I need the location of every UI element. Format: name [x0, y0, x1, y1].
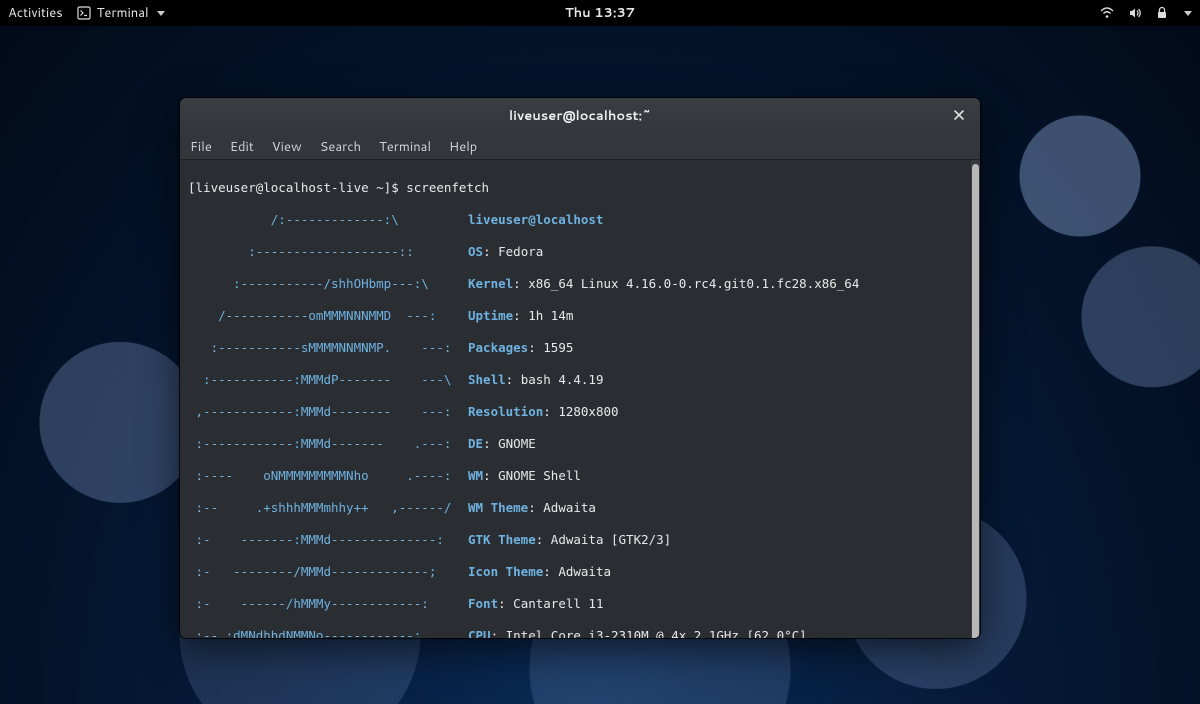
volume-icon [1128, 6, 1142, 20]
ascii-art-line: /:-------------:\ [188, 212, 468, 228]
sf-label: Icon Theme [468, 564, 543, 579]
lock-icon [1156, 6, 1168, 20]
terminal-content[interactable]: [liveuser@localhost-live ~]$ screenfetch… [180, 160, 980, 638]
sf-value: bash 4.4.19 [521, 372, 604, 387]
window-title: liveuser@localhost:~ [509, 107, 651, 125]
sf-value: Fedora [498, 244, 543, 259]
sf-label: Font [468, 596, 498, 611]
menu-terminal[interactable]: Terminal [379, 138, 431, 156]
sf-value: Adwaita [543, 500, 596, 515]
clock-menu[interactable]: Thu 13:37 [565, 4, 635, 22]
menu-help[interactable]: Help [449, 138, 477, 156]
menu-view[interactable]: View [272, 138, 302, 156]
menu-edit[interactable]: Edit [230, 138, 254, 156]
system-status-area[interactable] [1100, 6, 1192, 20]
menu-file[interactable]: File [190, 138, 212, 156]
wifi-icon [1100, 6, 1114, 20]
sf-value: 1280x800 [558, 404, 618, 419]
terminal-menubar: File Edit View Search Terminal Help [180, 134, 980, 160]
sf-label: Uptime [468, 308, 513, 323]
sf-label: Kernel [468, 276, 513, 291]
terminal-icon [77, 6, 91, 20]
shell-command: screenfetch [406, 180, 489, 195]
sf-label: Resolution [468, 404, 543, 419]
terminal-scrollbar[interactable] [971, 160, 980, 638]
sf-value: GNOME [498, 436, 536, 451]
sf-value: 1h 14m [528, 308, 573, 323]
chevron-down-icon [1184, 11, 1192, 16]
ascii-art-line: :-- :dMNdhhdNMMNo------------; [188, 628, 468, 638]
terminal-window: liveuser@localhost:~ File Edit View Sear… [180, 98, 980, 638]
active-app-menu[interactable]: Terminal [77, 4, 165, 22]
ascii-art-line: :-------------------:: [188, 244, 468, 260]
window-titlebar[interactable]: liveuser@localhost:~ [180, 98, 980, 134]
sf-label: Shell [468, 372, 506, 387]
ascii-art-line: ,------------:MMMd-------- ---: [188, 404, 468, 420]
ascii-art-line: :- -------:MMMd--------------: [188, 532, 468, 548]
activities-button[interactable]: Activities [8, 4, 63, 22]
ascii-art-line: :---- oNMMMMMMMMMNho .----: [188, 468, 468, 484]
ascii-art-line: :- ------/hMMMy------------: [188, 596, 468, 612]
sf-value: GNOME Shell [498, 468, 581, 483]
gnome-top-panel: Activities Terminal Thu 13:37 [0, 0, 1200, 26]
sf-value: Intel Core i3-2310M @ 4x 2.1GHz [62.0°C] [506, 628, 807, 638]
sf-value: x86_64 Linux 4.16.0-0.rc4.git0.1.fc28.x8… [528, 276, 859, 291]
ascii-art-line: :-----------/shhOHbmp---:\ [188, 276, 468, 292]
sf-label: WM [468, 468, 483, 483]
shell-prompt: [liveuser@localhost-live ~]$ [188, 180, 406, 195]
ascii-art-line: /-----------omMMMNNNMMD ---: [188, 308, 468, 324]
sf-value: Adwaita [558, 564, 611, 579]
scrollbar-thumb[interactable] [972, 164, 979, 638]
sf-value: 1595 [543, 340, 573, 355]
sf-value: Adwaita [GTK2/3] [551, 532, 671, 547]
sf-label: OS [468, 244, 483, 259]
sf-label: Packages [468, 340, 528, 355]
ascii-art-line: :-- .+shhhMMMmhhy++ ,------/ [188, 500, 468, 516]
chevron-down-icon [157, 11, 165, 16]
close-button[interactable] [946, 103, 972, 129]
ascii-art-line: :- --------/MMMd-------------; [188, 564, 468, 580]
sf-label: WM Theme [468, 500, 528, 515]
close-icon [953, 106, 965, 126]
ascii-art-line: :------------:MMMd------- .---: [188, 436, 468, 452]
menu-search[interactable]: Search [320, 138, 361, 156]
sf-label: GTK Theme [468, 532, 536, 547]
sf-value: Cantarell 11 [513, 596, 603, 611]
ascii-art-line: :-----------:MMMdP------- ---\ [188, 372, 468, 388]
sf-user-host: liveuser@localhost [468, 212, 603, 227]
sf-label: CPU [468, 628, 491, 638]
active-app-label: Terminal [97, 4, 149, 22]
sf-label: DE [468, 436, 483, 451]
ascii-art-line: :-----------sMMMMNNMNMP. ---: [188, 340, 468, 356]
